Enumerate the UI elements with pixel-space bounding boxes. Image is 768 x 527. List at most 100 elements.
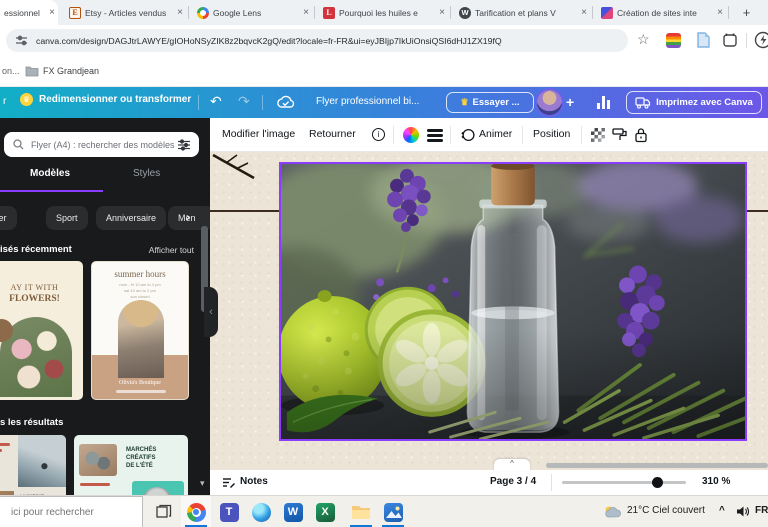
tab-huiles[interactable]: L Pourquoi les huiles e × bbox=[316, 0, 448, 25]
product-photo[interactable] bbox=[231, 154, 747, 441]
search-input[interactable] bbox=[29, 138, 178, 151]
chip-flyer[interactable]: yer bbox=[0, 206, 17, 230]
color-wheel-icon[interactable] bbox=[403, 127, 419, 143]
sidebar-collapse-handle[interactable]: ‹ bbox=[204, 287, 218, 337]
taskbar-word-button[interactable]: W bbox=[278, 496, 308, 527]
chevron-up-icon: ^ bbox=[510, 459, 514, 468]
template-surf[interactable]: LA MARQUE COSMÉTIQUE PRÉFÉRÉE DES SURFEU… bbox=[0, 435, 66, 495]
tab-styles[interactable]: Styles bbox=[133, 168, 160, 179]
profile-extension-icon[interactable] bbox=[754, 31, 768, 49]
bookmark-partial[interactable]: on... bbox=[2, 66, 20, 76]
cloud-saved-icon[interactable] bbox=[276, 95, 296, 110]
animate-button[interactable]: Animer bbox=[479, 128, 512, 140]
template-flowers[interactable]: AY IT WITH FLOWERS! bbox=[0, 261, 83, 400]
template-search-field[interactable] bbox=[4, 132, 199, 157]
zoom-slider-knob[interactable] bbox=[652, 477, 663, 488]
site-info-icon[interactable] bbox=[15, 34, 28, 47]
tab-title: Google Lens bbox=[213, 7, 262, 18]
zoom-level[interactable]: 310 % bbox=[702, 476, 730, 487]
taskbar-excel-button[interactable]: X bbox=[310, 496, 340, 527]
tab-close-icon[interactable]: × bbox=[578, 7, 590, 18]
avatar[interactable] bbox=[537, 90, 562, 115]
extension-colorful-icon[interactable] bbox=[666, 33, 681, 48]
windows-search-input[interactable] bbox=[9, 505, 137, 519]
template-text: mon - fri 10 am to 4 pm bbox=[119, 282, 161, 287]
zoom-slider[interactable] bbox=[562, 477, 686, 488]
tab-modeles[interactable]: Modèles bbox=[30, 168, 70, 179]
windows-search-box[interactable] bbox=[0, 496, 143, 527]
side-panel-extension-icon[interactable] bbox=[722, 32, 738, 48]
red-l-icon: L bbox=[323, 6, 335, 19]
collapse-page-panel-button[interactable]: ^ bbox=[494, 459, 530, 471]
menu-fragment[interactable]: r bbox=[3, 96, 6, 107]
filter-icon[interactable] bbox=[178, 138, 190, 151]
print-with-canva-button[interactable]: Imprimez avec Canva bbox=[626, 91, 762, 114]
task-view-button[interactable] bbox=[149, 496, 179, 527]
tab-close-icon[interactable]: × bbox=[46, 7, 58, 18]
url-field[interactable]: canva.com/design/DAGJtrLAWYE/gIOHoNSyZIK… bbox=[6, 29, 628, 52]
tab-creation-sites[interactable]: Création de sites inte × bbox=[594, 0, 726, 25]
taskbar-chrome-button[interactable] bbox=[181, 496, 211, 527]
divider bbox=[450, 126, 451, 144]
chrome-icon bbox=[186, 502, 206, 522]
tab-etsy[interactable]: E Etsy - Articles vendus × bbox=[62, 0, 186, 25]
bookmark-folder-label[interactable]: FX Grandjean bbox=[43, 66, 99, 76]
document-extension-icon[interactable] bbox=[696, 32, 710, 49]
tab-close-icon[interactable]: × bbox=[174, 7, 186, 18]
resize-button[interactable]: ♛ Redimensionner ou transformer bbox=[20, 93, 191, 106]
divider bbox=[746, 33, 747, 48]
speaker-icon[interactable] bbox=[736, 505, 750, 518]
animate-icon[interactable] bbox=[460, 128, 475, 142]
crown-icon: ♛ bbox=[20, 93, 33, 106]
bookmarks-bar: on... FX Grandjean bbox=[0, 56, 768, 87]
weather-status[interactable]: 21°C Ciel couvert bbox=[627, 505, 705, 516]
taskbar-photos-button[interactable] bbox=[378, 496, 408, 527]
tab-close-icon[interactable]: × bbox=[436, 7, 448, 18]
template-market[interactable]: MARCHÉS CRÉATIFS DE L'ÉTÉ bbox=[74, 435, 188, 495]
templates-sidebar: Modèles Styles yer Sport Anniversaire Me… bbox=[0, 118, 210, 495]
template-summer-hours[interactable]: summer hours mon - fri 10 am to 4 pm sat… bbox=[91, 261, 189, 400]
position-button[interactable]: Position bbox=[533, 128, 570, 140]
transparency-icon[interactable] bbox=[591, 128, 605, 142]
adjust-icon[interactable] bbox=[427, 129, 443, 145]
weather-cloud-icon[interactable] bbox=[603, 504, 622, 519]
tab-tarification[interactable]: W Tarification et plans V × bbox=[452, 0, 590, 25]
doc-title[interactable]: Flyer professionnel bi... bbox=[316, 96, 434, 107]
taskbar-explorer-button[interactable] bbox=[346, 496, 376, 527]
tab-google-lens[interactable]: Google Lens × bbox=[190, 0, 312, 25]
edit-image-button[interactable]: Modifier l'image bbox=[222, 128, 295, 140]
info-icon[interactable]: i bbox=[372, 128, 385, 141]
undo-icon[interactable]: ↶ bbox=[210, 93, 222, 110]
teams-icon: T bbox=[219, 502, 239, 522]
lock-icon[interactable] bbox=[634, 127, 648, 143]
windows-taskbar: T W X bbox=[0, 495, 768, 527]
redo-icon[interactable]: ↷ bbox=[238, 93, 250, 110]
canvas-horizontal-scrollbar[interactable] bbox=[546, 463, 768, 468]
chip-sport[interactable]: Sport bbox=[46, 206, 88, 230]
flip-button[interactable]: Retourner bbox=[309, 128, 356, 140]
taskbar-teams-button[interactable]: T bbox=[214, 496, 244, 527]
chip-anniversaire[interactable]: Anniversaire bbox=[96, 206, 167, 230]
notes-button[interactable]: Notes bbox=[240, 476, 268, 487]
add-member-button[interactable]: + bbox=[566, 94, 574, 110]
results-section-header: s les résultats bbox=[0, 417, 64, 428]
try-pro-button[interactable]: ♛ Essayer ... bbox=[446, 92, 534, 113]
tab-separator bbox=[314, 6, 315, 19]
show-all-link[interactable]: Afficher tout bbox=[149, 245, 194, 255]
template-text: sat 10 am to 2 pm bbox=[123, 288, 156, 293]
chips-scroll-chevron-icon[interactable]: › bbox=[186, 210, 190, 224]
taskbar-edge-button[interactable] bbox=[246, 496, 276, 527]
design-canvas[interactable] bbox=[210, 152, 768, 470]
notes-icon bbox=[223, 478, 235, 488]
hidden-icons-chevron-icon[interactable]: ^ bbox=[719, 505, 725, 516]
new-tab-button[interactable]: + bbox=[737, 3, 756, 22]
bookmark-star-icon[interactable]: ☆ bbox=[637, 31, 650, 48]
template-text-line bbox=[80, 483, 110, 486]
language-indicator[interactable]: FRA bbox=[755, 505, 768, 516]
tab-close-icon[interactable]: × bbox=[714, 7, 726, 18]
paint-roller-icon[interactable] bbox=[612, 127, 628, 143]
scroll-down-icon[interactable]: ▾ bbox=[200, 478, 205, 489]
tab-close-icon[interactable]: × bbox=[300, 7, 312, 18]
insights-chart-icon[interactable] bbox=[596, 95, 612, 110]
tab-canva[interactable]: essionnel bi × bbox=[0, 0, 58, 25]
